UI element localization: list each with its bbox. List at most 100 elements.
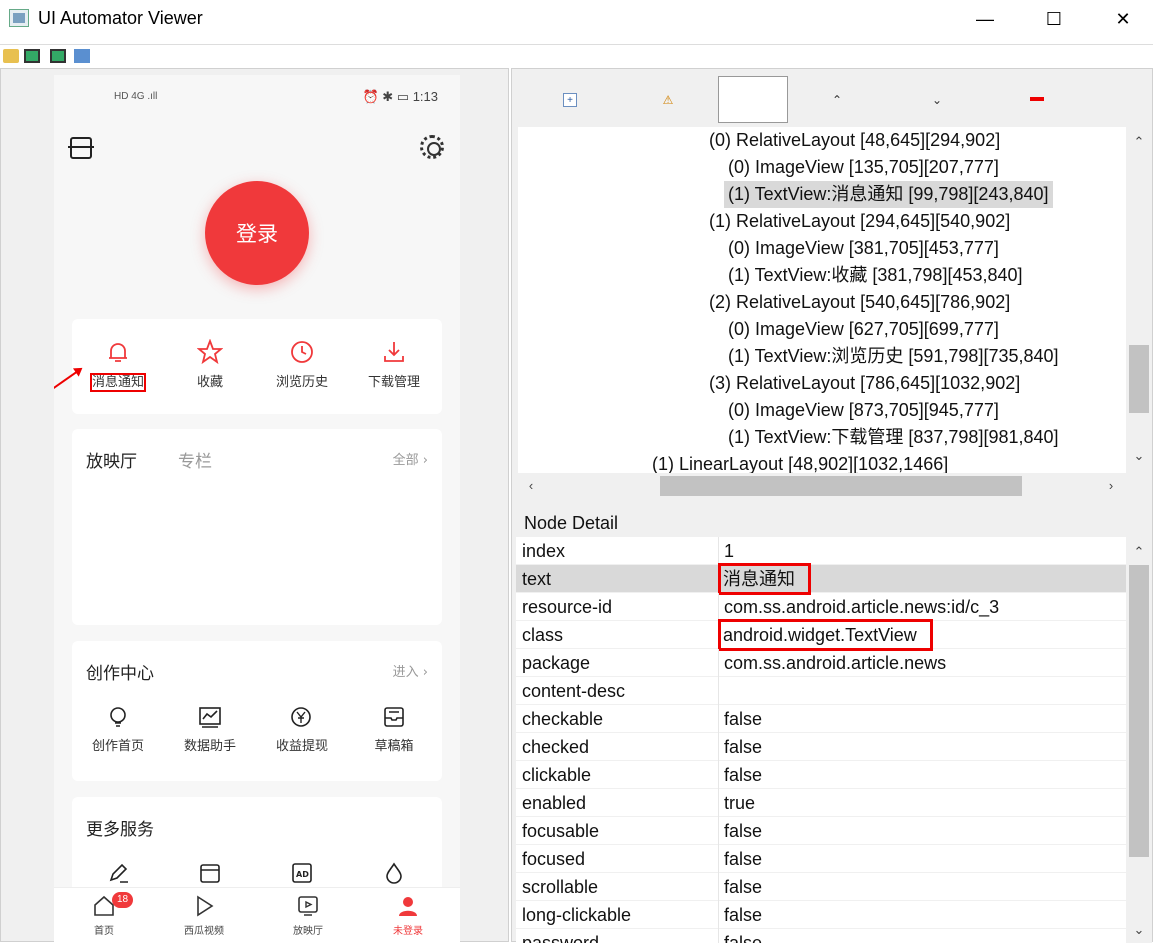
column-divider xyxy=(718,845,719,873)
detail-row[interactable]: content-desc xyxy=(516,677,1126,705)
scroll-thumb[interactable] xyxy=(1129,565,1149,857)
scroll-right-icon[interactable]: › xyxy=(1104,479,1118,493)
tree-node[interactable]: (1) TextView:下载管理 [837,798][981,840] xyxy=(724,424,1063,451)
detail-row[interactable]: password false xyxy=(516,929,1126,943)
detail-row[interactable]: enabled true xyxy=(516,789,1126,817)
detail-row[interactable]: resource-id com.ss.android.article.news:i… xyxy=(516,593,1126,621)
detail-vertical-scrollbar[interactable]: ⌃ ⌄ xyxy=(1126,537,1152,943)
chart-icon xyxy=(199,707,221,728)
expand-all-icon[interactable]: + xyxy=(563,93,577,107)
quick-actions-card: 消息通知 收藏 浏览历史 下载管理 xyxy=(72,319,442,414)
column-divider xyxy=(718,677,719,705)
detail-row[interactable]: class android.widget.TextView xyxy=(516,619,1126,651)
close-button[interactable]: ✕ xyxy=(1088,0,1153,38)
node-detail-table[interactable]: index 1 text 消息通知 resource-id com.ss.android.… xyxy=(516,537,1126,943)
quick-item-favorites[interactable]: 收藏 xyxy=(164,339,256,390)
device-screenshot-panel[interactable]: HD 4G .ıll ⏰ ✱ ▭ 1:13 登录 消息通知 收藏 浏览历史 下载… xyxy=(0,68,509,943)
detail-value: false xyxy=(724,849,763,869)
tree-node[interactable]: (0) ImageView [627,705][699,777] xyxy=(724,316,1003,343)
tree-node[interactable]: (3) RelativeLayout [786,645][1032,902] xyxy=(705,370,1024,397)
tree-search-input[interactable] xyxy=(718,76,788,123)
nav-home[interactable]: 18 首页 xyxy=(54,892,154,937)
data-assistant[interactable]: 数据助手 xyxy=(164,705,256,754)
column-divider xyxy=(718,873,719,901)
scroll-thumb[interactable] xyxy=(660,476,1022,496)
detail-row[interactable]: scrollable false xyxy=(516,873,1126,901)
tree-node[interactable]: (0) ImageView [873,705][945,777] xyxy=(724,397,1003,424)
device-screenshot-icon[interactable] xyxy=(24,49,40,63)
device-screenshot-compressed-icon[interactable] xyxy=(50,49,66,63)
quick-item-history[interactable]: 浏览历史 xyxy=(256,339,348,390)
nav-profile[interactable]: 未登录 xyxy=(358,894,458,937)
hall-title[interactable]: 放映厅 xyxy=(86,447,137,472)
creator-enter-link[interactable]: 进入 › xyxy=(393,661,428,680)
detail-row[interactable]: clickable false xyxy=(516,761,1126,789)
scroll-down-icon[interactable]: ⌄ xyxy=(1132,923,1146,937)
quick-item-notifications[interactable]: 消息通知 xyxy=(72,339,164,392)
detail-row[interactable]: checked false xyxy=(516,733,1126,761)
bottom-navigation: 18 首页 西瓜视频 放映厅 未登录 xyxy=(54,887,460,943)
nav-xigua-video[interactable]: 西瓜视频 xyxy=(154,894,254,937)
chevron-up-icon[interactable]: ⌃ xyxy=(830,93,844,107)
tree-node[interactable]: (1) TextView:收藏 [381,798][453,840] xyxy=(724,262,1027,289)
tree-node[interactable]: (0) ImageView [381,705][453,777] xyxy=(724,235,1003,262)
detail-row[interactable]: index 1 xyxy=(516,537,1126,565)
detail-row[interactable]: text 消息通知 xyxy=(516,563,1126,595)
detail-value: false xyxy=(724,877,763,897)
detail-row[interactable]: focused false xyxy=(516,845,1126,873)
detail-value: 消息通知 xyxy=(718,563,811,595)
creator-home[interactable]: 创作首页 xyxy=(72,705,164,754)
hierarchy-tree[interactable]: (0) RelativeLayout [48,645][294,902] (0) … xyxy=(518,127,1128,473)
scroll-thumb[interactable] xyxy=(1129,345,1149,413)
detail-row[interactable]: package com.ss.android.article.news xyxy=(516,649,1126,677)
save-icon[interactable] xyxy=(74,49,90,63)
hall-all-link[interactable]: 全部 › xyxy=(393,449,428,468)
gear-icon[interactable] xyxy=(420,135,444,159)
warning-icon[interactable]: ⚠ xyxy=(661,93,675,107)
drafts[interactable]: 草稿箱 xyxy=(348,705,440,754)
minimize-button[interactable]: — xyxy=(950,0,1020,38)
detail-key: index xyxy=(522,541,566,561)
tree-node[interactable]: (2) RelativeLayout [540,645][786,902] xyxy=(705,289,1014,316)
tree-node[interactable]: (1) TextView:浏览历史 [591,798][735,840] xyxy=(724,343,1063,370)
detail-row[interactable]: checkable false xyxy=(516,705,1126,733)
detail-row[interactable]: focusable false xyxy=(516,817,1126,845)
title-bar: UI Automator Viewer — ☐ ✕ xyxy=(0,0,1153,38)
detail-row[interactable]: long-clickable false xyxy=(516,901,1126,929)
chevron-down-icon[interactable]: ⌄ xyxy=(930,93,944,107)
tree-node[interactable]: (0) ImageView [135,705][207,777] xyxy=(724,154,1003,181)
phone-screen[interactable]: HD 4G .ıll ⏰ ✱ ▭ 1:13 登录 消息通知 收藏 浏览历史 下载… xyxy=(54,75,460,943)
scroll-up-icon[interactable]: ⌃ xyxy=(1132,545,1146,559)
scroll-left-icon[interactable]: ‹ xyxy=(524,479,538,493)
open-folder-icon[interactable] xyxy=(3,49,19,63)
scroll-up-icon[interactable]: ⌃ xyxy=(1132,135,1146,149)
earnings-withdraw-label: 收益提现 xyxy=(275,739,328,754)
tree-node[interactable]: (0) RelativeLayout [48,645][294,902] xyxy=(705,127,1004,154)
tree-node[interactable]: (1) LinearLayout [48,902][1032,1466] xyxy=(648,451,952,473)
tree-horizontal-scrollbar[interactable]: ‹ › xyxy=(518,473,1126,499)
service-item[interactable] xyxy=(164,861,256,885)
scroll-down-icon[interactable]: ⌄ xyxy=(1132,449,1146,463)
column-tab[interactable]: 专栏 xyxy=(178,447,212,472)
clear-icon[interactable] xyxy=(1030,97,1044,101)
detail-key: focused xyxy=(522,849,586,869)
detail-key: class xyxy=(522,625,564,645)
nav-screening-hall[interactable]: 放映厅 xyxy=(258,894,358,937)
service-item[interactable] xyxy=(348,861,440,885)
maximize-button[interactable]: ☐ xyxy=(1019,0,1089,38)
column-divider xyxy=(718,649,719,677)
play-icon xyxy=(197,895,214,917)
tree-vertical-scrollbar[interactable]: ⌃ ⌄ xyxy=(1126,127,1152,473)
status-signal: HD 4G .ıll xyxy=(114,91,158,102)
tree-node[interactable]: (1) TextView:消息通知 [99,798][243,840] xyxy=(724,181,1053,208)
service-item[interactable] xyxy=(72,861,164,885)
quick-item-downloads[interactable]: 下载管理 xyxy=(348,339,440,390)
detail-value: com.ss.android.article.news:id/c_3 xyxy=(724,597,1000,617)
main-toolbar xyxy=(0,44,1153,66)
earnings-withdraw[interactable]: 收益提现 xyxy=(256,705,348,754)
scan-icon[interactable] xyxy=(68,137,94,159)
bell-icon xyxy=(109,343,127,362)
service-item[interactable]: AD xyxy=(256,861,348,885)
login-button[interactable]: 登录 xyxy=(205,181,309,285)
tree-node[interactable]: (1) RelativeLayout [294,645][540,902] xyxy=(705,208,1014,235)
